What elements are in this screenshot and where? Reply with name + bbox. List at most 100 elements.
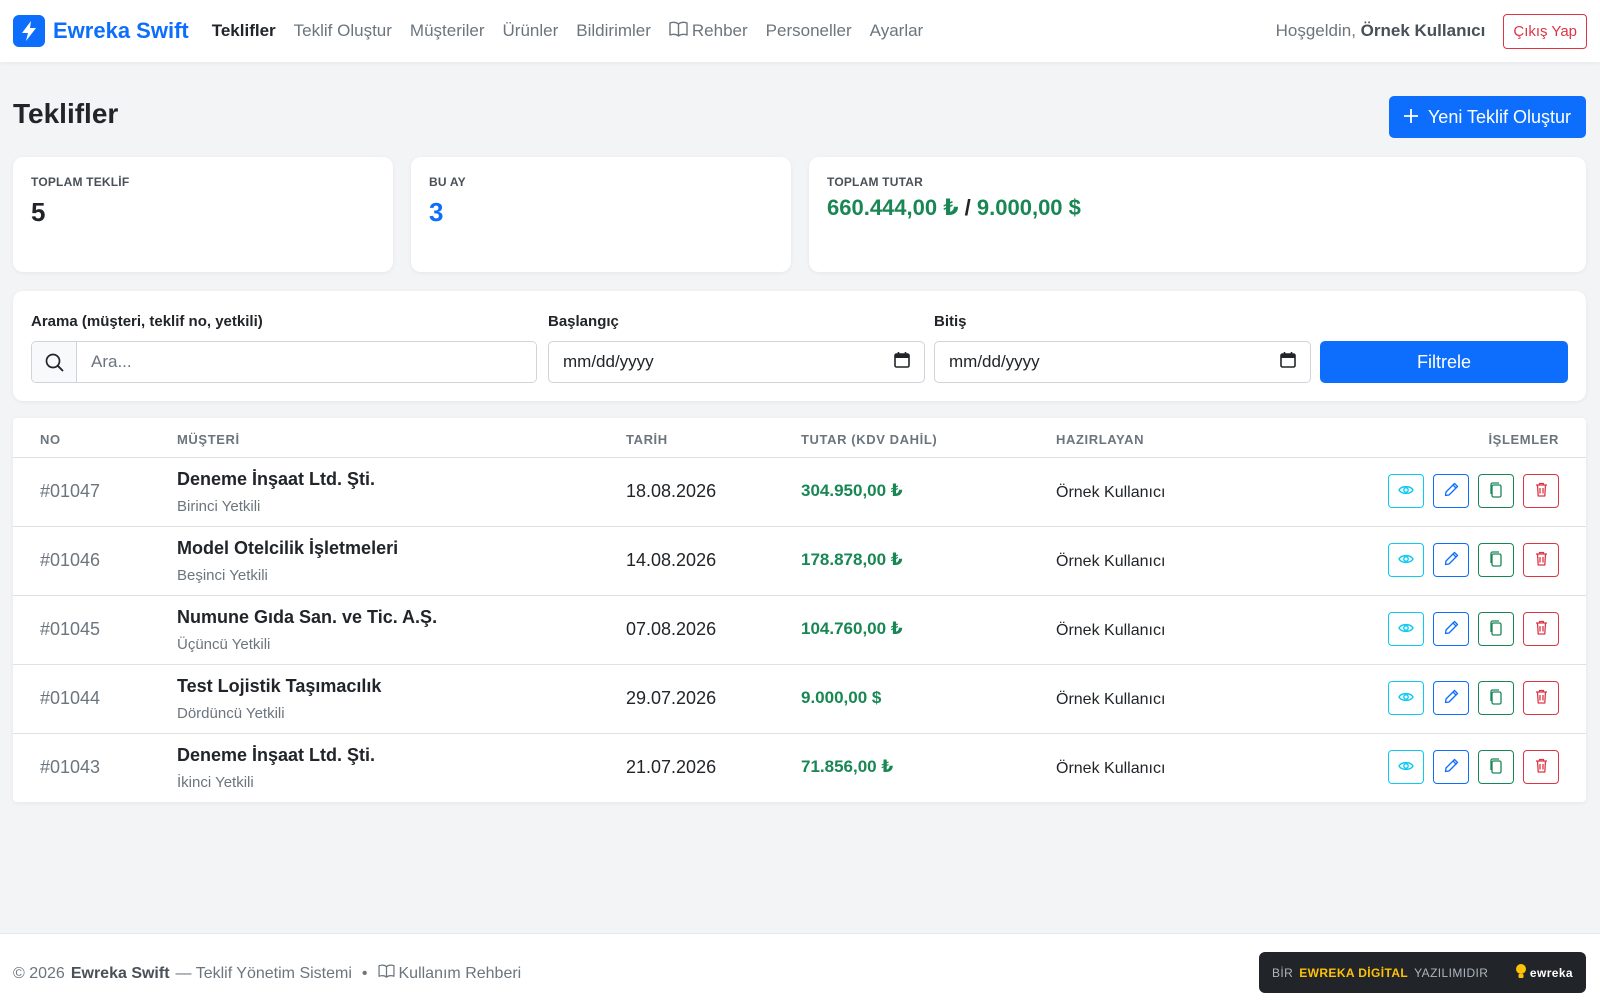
view-button[interactable] bbox=[1388, 543, 1424, 577]
edit-button[interactable] bbox=[1433, 681, 1469, 715]
nav-link-personeller[interactable]: Personeller bbox=[757, 21, 861, 41]
table-row[interactable]: #01043 Deneme İnşaat Ltd. Şti. İkinci Ye… bbox=[13, 734, 1586, 802]
copy-icon bbox=[1489, 757, 1503, 777]
view-button[interactable] bbox=[1388, 474, 1424, 508]
start-date-input[interactable]: mm/dd/yyyy bbox=[548, 341, 925, 383]
duplicate-button[interactable] bbox=[1478, 543, 1514, 577]
stat-total-value: 5 bbox=[31, 197, 46, 227]
lightning-icon bbox=[13, 15, 45, 47]
customer-cell: Deneme İnşaat Ltd. Şti. Birinci Yetkili bbox=[177, 469, 375, 515]
duplicate-button[interactable] bbox=[1478, 612, 1514, 646]
table-row[interactable]: #01046 Model Otelcilik İşletmeleri Beşin… bbox=[13, 527, 1586, 596]
row-actions bbox=[1388, 612, 1559, 646]
welcome-text: Hoşgeldin, Örnek Kullanıcı bbox=[1276, 21, 1486, 41]
row-actions bbox=[1388, 543, 1559, 577]
stat-month-label: BU AY bbox=[429, 175, 466, 189]
new-quote-label: Yeni Teklif Oluştur bbox=[1427, 106, 1572, 127]
quote-date: 14.08.2026 bbox=[626, 550, 717, 570]
stat-month-value: 3 bbox=[429, 197, 444, 227]
customer-contact: Beşinci Yetkili bbox=[177, 567, 268, 584]
customer-cell: Model Otelcilik İşletmeleri Beşinci Yetk… bbox=[177, 538, 398, 584]
book-icon bbox=[377, 964, 395, 983]
view-button[interactable] bbox=[1388, 750, 1424, 784]
col-header-date: TARİH bbox=[626, 432, 668, 447]
customer-contact: Birinci Yetkili bbox=[177, 498, 261, 515]
welcome-user: Örnek Kullanıcı bbox=[1360, 21, 1486, 40]
ewreka-digital-badge[interactable]: BİR EWREKA DİGİTAL YAZILIMIDIR ewreka bbox=[1259, 952, 1586, 993]
trash-icon bbox=[1535, 482, 1548, 500]
new-quote-button[interactable]: Yeni Teklif Oluştur bbox=[1389, 96, 1586, 138]
edit-button[interactable] bbox=[1433, 750, 1469, 784]
quote-number[interactable]: #01045 bbox=[40, 619, 100, 640]
table-row[interactable]: #01047 Deneme İnşaat Ltd. Şti. Birinci Y… bbox=[13, 458, 1586, 527]
view-button[interactable] bbox=[1388, 612, 1424, 646]
stat-total-label: TOPLAM TEKLİF bbox=[31, 175, 130, 189]
quote-number[interactable]: #01047 bbox=[40, 481, 100, 502]
quote-number[interactable]: #01044 bbox=[40, 688, 100, 709]
edit-button[interactable] bbox=[1433, 612, 1469, 646]
brand[interactable]: Ewreka Swift bbox=[13, 15, 189, 47]
page-title: Teklifler bbox=[13, 98, 119, 129]
calendar-icon[interactable] bbox=[1280, 351, 1296, 373]
delete-button[interactable] bbox=[1523, 612, 1559, 646]
col-header-customer: MÜŞTERİ bbox=[177, 432, 240, 447]
stat-amount-separator: / bbox=[964, 195, 971, 220]
delete-button[interactable] bbox=[1523, 681, 1559, 715]
duplicate-button[interactable] bbox=[1478, 750, 1514, 784]
delete-button[interactable] bbox=[1523, 474, 1559, 508]
search-input[interactable] bbox=[77, 342, 536, 382]
delete-button[interactable] bbox=[1523, 750, 1559, 784]
filter-button[interactable]: Filtrele bbox=[1320, 341, 1568, 383]
customer-contact: İkinci Yetkili bbox=[177, 774, 254, 791]
view-button[interactable] bbox=[1388, 681, 1424, 715]
quote-number[interactable]: #01046 bbox=[40, 550, 100, 571]
delete-button[interactable] bbox=[1523, 543, 1559, 577]
nav-link-bildirimler[interactable]: Bildirimler bbox=[567, 21, 660, 41]
customer-name: Numune Gıda San. ve Tic. A.Ş. bbox=[177, 607, 438, 627]
footer-brand: Ewreka Swift bbox=[70, 964, 170, 982]
eye-icon bbox=[1398, 622, 1414, 637]
customer-name: Model Otelcilik İşletmeleri bbox=[177, 538, 399, 558]
stat-amount-value: 660.444,00 ₺ / 9.000,00 $ bbox=[827, 195, 1568, 221]
quote-date: 18.08.2026 bbox=[626, 481, 717, 501]
nav-links: Teklifler Teklif Oluştur Müşteriler Ürün… bbox=[203, 21, 933, 42]
badge-highlight: EWREKA DİGİTAL bbox=[1299, 965, 1409, 980]
col-header-amount: TUTAR (KDV DAHİL) bbox=[801, 432, 938, 447]
customer-name: Test Lojistik Taşımacılık bbox=[177, 676, 382, 696]
eye-icon bbox=[1398, 553, 1414, 568]
nav-link-ayarlar[interactable]: Ayarlar bbox=[861, 21, 933, 41]
stat-amount-usd: 9.000,00 $ bbox=[976, 195, 1081, 220]
table-row[interactable]: #01044 Test Lojistik Taşımacılık Dördünc… bbox=[13, 665, 1586, 734]
nav-right: Hoşgeldin, Örnek Kullanıcı Çıkış Yap bbox=[1276, 13, 1587, 49]
copy-icon bbox=[1489, 619, 1503, 639]
start-date-value: mm/dd/yyyy bbox=[563, 352, 654, 371]
quote-number[interactable]: #01043 bbox=[40, 757, 100, 778]
edit-button[interactable] bbox=[1433, 543, 1469, 577]
nav-link-teklifler[interactable]: Teklifler bbox=[203, 21, 285, 41]
eye-icon bbox=[1398, 760, 1414, 775]
lightbulb-icon bbox=[1515, 963, 1527, 982]
calendar-icon[interactable] bbox=[894, 351, 910, 373]
quote-amount: 304.950,00 ₺ bbox=[801, 481, 903, 500]
customer-name: Deneme İnşaat Ltd. Şti. bbox=[177, 469, 376, 489]
logout-button[interactable]: Çıkış Yap bbox=[1503, 13, 1587, 49]
nav-link-rehber[interactable]: Rehber bbox=[660, 21, 757, 42]
quote-date: 29.07.2026 bbox=[626, 688, 717, 708]
end-date-label: Bitiş bbox=[934, 313, 967, 330]
stat-card-total: TOPLAM TEKLİF 5 bbox=[13, 157, 393, 272]
end-date-input[interactable]: mm/dd/yyyy bbox=[934, 341, 1311, 383]
duplicate-button[interactable] bbox=[1478, 474, 1514, 508]
duplicate-button[interactable] bbox=[1478, 681, 1514, 715]
badge-prefix: BİR bbox=[1272, 965, 1294, 980]
nav-link-musteriler[interactable]: Müşteriler bbox=[401, 21, 494, 41]
prepared-by: Örnek Kullanıcı bbox=[1056, 553, 1166, 570]
search-icon bbox=[32, 342, 77, 382]
footer-left: © 2026 Ewreka Swift — Teklif Yönetim Sis… bbox=[13, 964, 521, 983]
footer-guide-link[interactable]: Kullanım Rehberi bbox=[377, 964, 521, 983]
customer-cell: Deneme İnşaat Ltd. Şti. İkinci Yetkili bbox=[177, 745, 375, 791]
nav-link-urunler[interactable]: Ürünler bbox=[494, 21, 568, 41]
table-row[interactable]: #01045 Numune Gıda San. ve Tic. A.Ş. Üçü… bbox=[13, 596, 1586, 665]
quote-amount: 104.760,00 ₺ bbox=[801, 619, 903, 638]
edit-button[interactable] bbox=[1433, 474, 1469, 508]
nav-link-teklif-olustur[interactable]: Teklif Oluştur bbox=[285, 21, 401, 41]
